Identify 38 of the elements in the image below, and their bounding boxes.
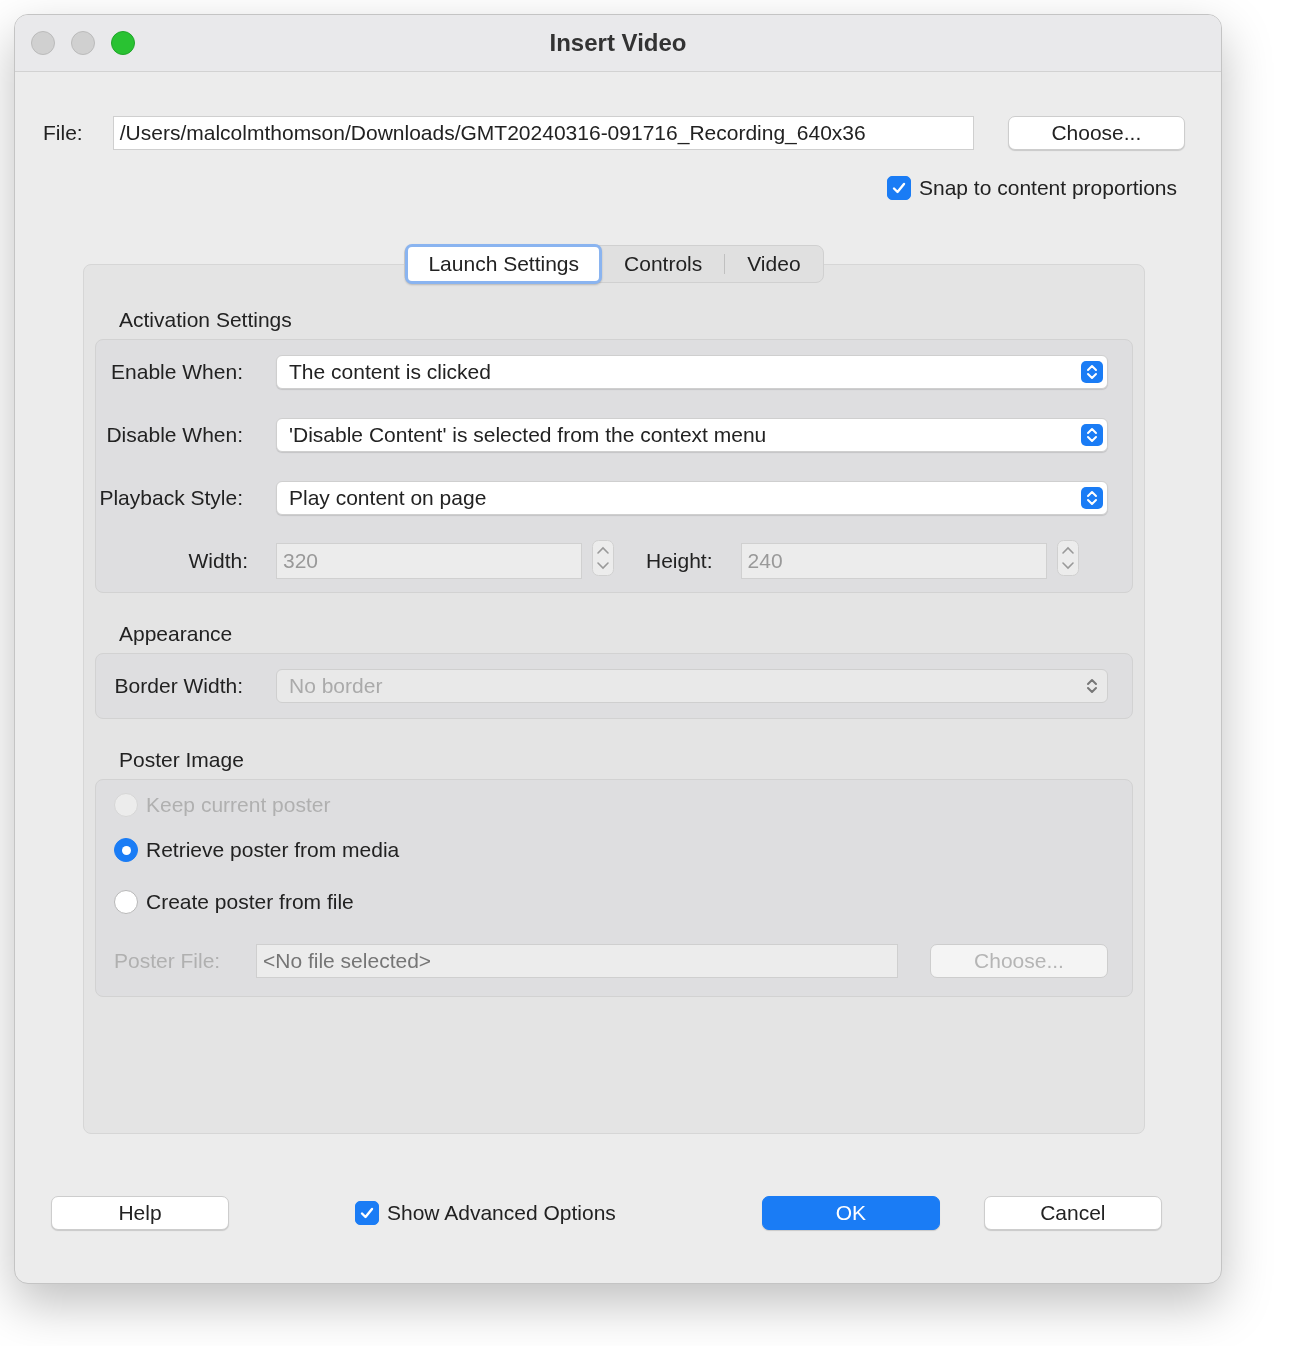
tab[interactable]: Controls [602, 246, 725, 282]
field-label: Playback Style: [98, 485, 244, 510]
file-path-field[interactable]: /Users/malcolmthomson/Downloads/GMT20240316-091716_Recording_640x36 [112, 116, 974, 150]
checkbox[interactable] [355, 1201, 379, 1225]
radio-label: Retrieve poster from media [146, 838, 400, 862]
stepper-icon [1081, 486, 1103, 509]
window-title: Insert Video [549, 29, 687, 56]
checkbox-label: Show Advanced Options [387, 1201, 616, 1225]
ok-button[interactable]: OK [761, 1196, 940, 1230]
dropdown[interactable]: Play content on page [276, 480, 1108, 515]
field-label: Border Width: [113, 674, 244, 698]
field-label: Height: [646, 548, 713, 573]
choose-button[interactable]: Choose... [1007, 116, 1185, 150]
cancel-button[interactable]: Cancel [983, 1196, 1162, 1230]
zoom-button[interactable] [111, 31, 135, 55]
section-title: Appearance [119, 622, 233, 646]
stepper-icon [1081, 360, 1103, 383]
radio-button[interactable] [114, 890, 138, 914]
minimize-button[interactable] [71, 31, 95, 55]
dropdown[interactable]: The content is clicked [276, 354, 1108, 389]
radio-label: Create poster from file [146, 890, 354, 914]
stepper-icon[interactable] [1056, 540, 1079, 576]
checkbox-label: Snap to content proportions [919, 176, 1177, 200]
stepper-icon[interactable] [592, 540, 614, 576]
section-title: Poster Image [119, 748, 244, 772]
checkbox[interactable] [887, 176, 911, 200]
tab[interactable]: Launch Settings [405, 244, 603, 284]
file-label: File: [43, 121, 84, 145]
dropdown[interactable]: 'Disable Content' is selected from the context menu [276, 417, 1108, 452]
field-label: Disable When: [105, 422, 244, 447]
field-label: Width: [187, 548, 249, 573]
radio-button[interactable] [114, 838, 138, 862]
field-label: Enable When: [110, 359, 244, 384]
help-button[interactable]: Help [51, 1196, 229, 1230]
stepper-icon [1081, 423, 1103, 446]
tab[interactable]: Video [725, 246, 823, 282]
section-title: Activation Settings [119, 308, 292, 332]
close-button[interactable] [31, 31, 55, 55]
